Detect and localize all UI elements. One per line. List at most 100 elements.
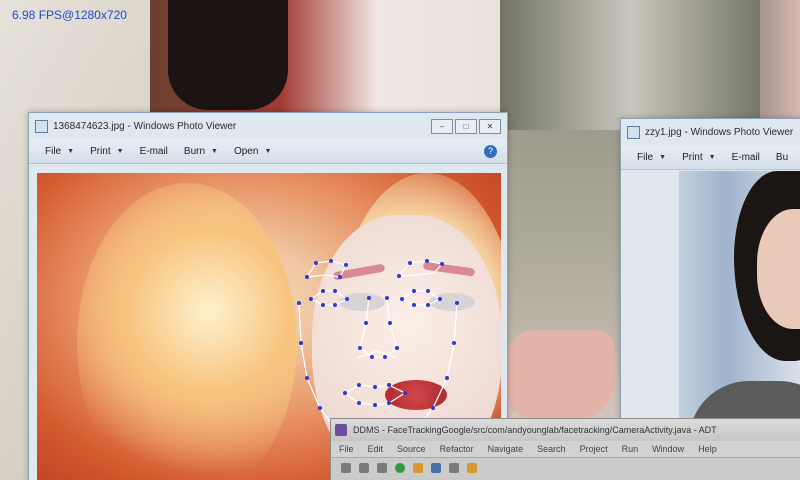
menu-email[interactable]: E-mail — [140, 146, 168, 157]
background-person-hair — [168, 0, 288, 110]
landmark-point — [344, 263, 348, 267]
title-bar[interactable]: zzy1.jpg - Windows Photo Viewer — [621, 119, 800, 145]
landmark-point — [321, 289, 325, 293]
background-hand — [505, 330, 615, 420]
chevron-down-icon: ▼ — [116, 147, 124, 155]
window-title: 1368474623.jpg - Windows Photo Viewer — [53, 120, 237, 132]
ide-menu-file[interactable]: File — [339, 444, 354, 454]
menu-print-label: Print — [682, 151, 703, 163]
landmark-point — [426, 289, 430, 293]
menu-print[interactable]: Print ▼ — [682, 152, 716, 163]
landmark-point — [321, 303, 325, 307]
camera-scene: 6.98 FPS@1280x720 1368474623.jpg - Windo… — [0, 0, 800, 480]
maximize-icon[interactable]: □ — [455, 118, 477, 134]
menu-print[interactable]: Print ▼ — [90, 146, 124, 157]
menu-print-label: Print — [90, 145, 111, 157]
landmark-point — [299, 341, 303, 345]
landmark-point — [357, 383, 361, 387]
landmark-point — [333, 289, 337, 293]
landmark-point — [358, 346, 362, 350]
ide-toolbar — [331, 458, 800, 478]
menu-burn[interactable]: Burn ▼ — [184, 146, 218, 157]
landmark-point — [412, 289, 416, 293]
landmark-point — [425, 259, 429, 263]
ide-menu-project[interactable]: Project — [580, 444, 608, 454]
minimize-icon[interactable]: – — [431, 118, 453, 134]
landmark-point — [438, 297, 442, 301]
landmark-point — [387, 383, 391, 387]
save-icon[interactable] — [359, 463, 369, 473]
chevron-down-icon: ▼ — [211, 147, 218, 155]
ide-menu-window[interactable]: Window — [652, 444, 684, 454]
landmark-point — [345, 297, 349, 301]
landmark-point — [309, 297, 313, 301]
android-sdk-icon[interactable] — [431, 463, 441, 473]
landmark-point — [305, 275, 309, 279]
landmark-point — [367, 296, 371, 300]
landmark-point — [383, 355, 387, 359]
landmark-point — [400, 297, 404, 301]
landmark-point — [385, 296, 389, 300]
landmark-point — [445, 376, 449, 380]
landmark-point — [373, 403, 377, 407]
folder-icon[interactable] — [467, 463, 477, 473]
menu-file-label: File — [45, 145, 62, 157]
landmark-point — [333, 303, 337, 307]
landmark-point — [412, 303, 416, 307]
landmark-point — [305, 376, 309, 380]
ide-menu-help[interactable]: Help — [698, 444, 717, 454]
help-icon[interactable]: ? — [484, 144, 497, 158]
search-icon[interactable] — [449, 463, 459, 473]
eclipse-icon — [335, 424, 347, 436]
menu-file-label: File — [637, 151, 654, 163]
menu-open[interactable]: Open ▼ — [234, 146, 271, 157]
menu-bar: File ▼ Print ▼ E-mail Burn ▼ Open ▼ ? — [29, 139, 507, 164]
close-icon[interactable]: ✕ — [479, 118, 501, 134]
landmark-point — [357, 401, 361, 405]
landmark-point — [395, 346, 399, 350]
window-controls: – □ ✕ — [431, 118, 507, 134]
chevron-down-icon: ▼ — [659, 153, 667, 161]
menu-open-label: Open — [233, 145, 259, 157]
photo-viewer-window-secondary[interactable]: zzy1.jpg - Windows Photo Viewer File ▼ P… — [620, 118, 800, 450]
landmark-point — [426, 303, 430, 307]
ide-menu-navigate[interactable]: Navigate — [488, 444, 524, 454]
menu-file[interactable]: File ▼ — [637, 152, 666, 163]
ide-menu-source[interactable]: Source — [397, 444, 426, 454]
tools-icon[interactable] — [413, 463, 423, 473]
photo-canvas-secondary — [679, 171, 800, 449]
ide-menu-edit[interactable]: Edit — [368, 444, 384, 454]
ide-window[interactable]: DDMS - FaceTrackingGoogle/src/com/andyou… — [330, 418, 800, 480]
ide-title: DDMS - FaceTrackingGoogle/src/com/andyou… — [353, 425, 717, 435]
run-icon[interactable] — [395, 463, 405, 473]
menu-file[interactable]: File ▼ — [45, 146, 74, 157]
menu-burn-label: Bu — [775, 151, 789, 163]
ide-menu-run[interactable]: Run — [622, 444, 639, 454]
new-icon[interactable] — [341, 463, 351, 473]
landmark-point — [397, 274, 401, 278]
ide-menu-search[interactable]: Search — [537, 444, 566, 454]
ide-title-bar[interactable]: DDMS - FaceTrackingGoogle/src/com/andyou… — [331, 419, 800, 441]
fps-overlay: 6.98 FPS@1280x720 — [12, 8, 127, 22]
menu-burn[interactable]: Bu — [776, 152, 788, 163]
landmark-point — [318, 406, 322, 410]
window-title: zzy1.jpg - Windows Photo Viewer — [645, 126, 794, 138]
photo-viewer-icon — [35, 119, 48, 133]
landmark-point — [431, 406, 435, 410]
chevron-down-icon: ▼ — [67, 147, 75, 155]
debug-icon[interactable] — [377, 463, 387, 473]
landmark-point — [452, 341, 456, 345]
landmark-point — [388, 321, 392, 325]
photo-viewer-icon — [627, 125, 640, 139]
ide-menu-refactor[interactable]: Refactor — [440, 444, 474, 454]
title-bar[interactable]: 1368474623.jpg - Windows Photo Viewer – … — [29, 113, 507, 139]
menu-email[interactable]: E-mail — [732, 152, 760, 163]
background-person-vest — [500, 0, 760, 135]
menu-burn-label: Burn — [183, 145, 206, 157]
menu-email-label: E-mail — [139, 145, 168, 157]
chevron-down-icon: ▼ — [708, 153, 716, 161]
landmark-point — [314, 261, 318, 265]
landmark-point — [329, 259, 333, 263]
landmark-point — [364, 321, 368, 325]
menu-email-label: E-mail — [731, 151, 760, 163]
